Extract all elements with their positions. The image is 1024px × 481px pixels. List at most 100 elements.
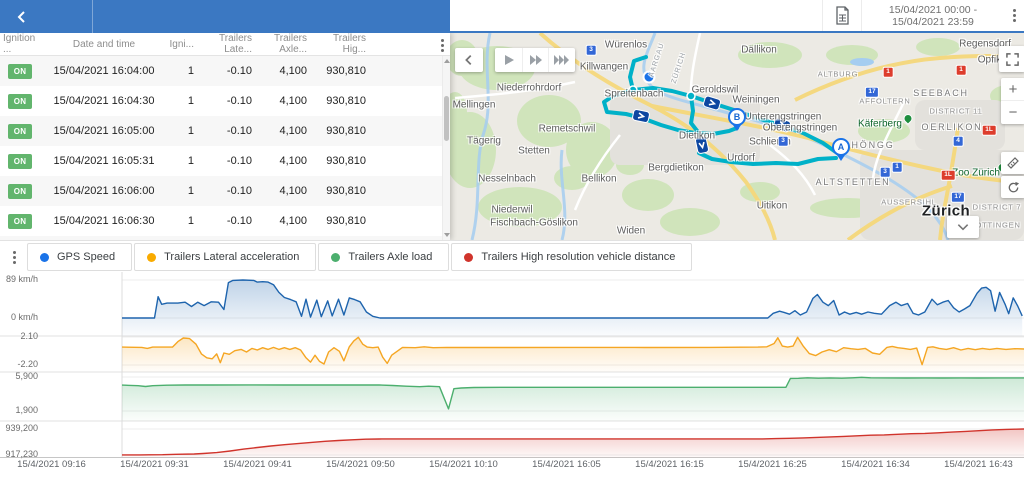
current-position-dot (644, 72, 655, 83)
lateral-acceleration-cell: -0.10 (202, 125, 262, 137)
table-row[interactable]: ON15/04/2021 16:05:311-0.104,100930,810 (0, 146, 450, 176)
chart-legend-bar: GPS SpeedTrailers Lateral accelerationTr… (0, 240, 1024, 272)
y-axis-tick: -2.20 (0, 359, 38, 369)
table-header-row: Ignition ...Date and timeIgni...Trailers… (0, 33, 450, 56)
export-button[interactable] (822, 0, 862, 31)
legend-item-label: GPS Speed (57, 251, 115, 263)
lateral-acceleration-cell: -0.10 (202, 95, 262, 107)
route-node (687, 92, 695, 100)
chevron-left-icon (14, 9, 30, 25)
marker-letter: A (832, 138, 850, 156)
messages-table-panel: Ignition ...Date and timeIgni...Trailers… (0, 33, 450, 240)
series-area-3 (122, 429, 1024, 458)
ruler-icon (1006, 156, 1020, 170)
legend-color-dot (331, 253, 340, 262)
status-badge: ON (8, 64, 32, 79)
datetime-cell: 15/04/2021 16:04:00 (40, 65, 168, 77)
fastest-forward-button[interactable] (548, 48, 574, 72)
kebab-menu-icon (13, 256, 16, 259)
table-scrollbar[interactable] (442, 56, 450, 240)
road-shield: 3 (778, 136, 789, 147)
axle-load-cell: 4,100 (262, 215, 320, 227)
series-area-1 (122, 337, 1024, 372)
road-shield: 3 (880, 167, 891, 178)
marker-tail (733, 125, 741, 131)
x-axis-tick: 15/4/2021 09:31 (103, 459, 207, 470)
legend-color-dot (147, 253, 156, 262)
waypoint-marker-B[interactable]: B (728, 108, 746, 131)
table-menu-button[interactable] (436, 39, 448, 51)
distance-cell: 930,810 (320, 65, 368, 77)
chevron-left-icon (462, 53, 476, 67)
scroll-up-arrow[interactable] (444, 59, 450, 63)
waypoint-marker-A[interactable]: A (832, 138, 850, 161)
legend-item-1[interactable]: Trailers Lateral acceleration (134, 243, 316, 271)
export-file-icon (834, 6, 851, 25)
column-header-5[interactable]: Trailers Hig... (320, 33, 368, 55)
collapse-panel-button[interactable] (947, 216, 979, 238)
column-header-3[interactable]: Trailers Late... (202, 33, 262, 55)
distance-cell: 930,810 (320, 125, 368, 137)
ignition-badge-cell: ON (0, 94, 40, 109)
right-header-bar: 15/04/2021 00:00 - 15/04/2021 23:59 (450, 0, 1024, 33)
zoom-out-button[interactable]: − (1001, 101, 1024, 124)
measure-button[interactable] (1001, 152, 1024, 174)
y-axis-tick: 2.10 (0, 331, 38, 341)
column-header-1[interactable]: Date and time (40, 39, 168, 50)
ignition-badge-cell: ON (0, 64, 40, 79)
table-row[interactable]: ON15/04/2021 16:05:001-0.104,100930,810 (0, 116, 450, 146)
date-range[interactable]: 15/04/2021 00:00 - 15/04/2021 23:59 (862, 4, 1004, 28)
map-canvas[interactable]: + − WürenlosKillwangenSpreitenbachNieder… (450, 33, 1024, 240)
x-axis-tick: 15/4/2021 16:15 (618, 459, 722, 470)
table-row[interactable]: ON15/04/2021 16:06:301-0.104,100930,810 (0, 206, 450, 236)
ignition-cell: 1 (168, 185, 202, 197)
marker-letter: B (728, 108, 746, 126)
axle-load-cell: 4,100 (262, 155, 320, 167)
map-lake (850, 58, 874, 66)
kebab-menu-icon (441, 44, 444, 47)
fullscreen-button[interactable] (999, 46, 1024, 72)
zoom-in-button[interactable]: + (1001, 78, 1024, 101)
legend-item-label: Trailers High resolution vehicle distanc… (481, 251, 675, 263)
table-row[interactable]: ON15/04/2021 16:04:001-0.104,100930,810 (0, 56, 450, 86)
column-header-4[interactable]: Trailers Axle... (262, 33, 320, 55)
status-badge: ON (8, 94, 32, 109)
chevron-down-icon (956, 222, 970, 232)
ignition-badge-cell: ON (0, 214, 40, 229)
header-menu-button[interactable] (1004, 0, 1024, 31)
play-button[interactable] (496, 48, 522, 72)
legend-item-0[interactable]: GPS Speed (27, 243, 132, 271)
marker-tail (837, 155, 845, 161)
x-axis-tick: 15/4/2021 16:34 (824, 459, 928, 470)
road-shield: 3 (586, 45, 597, 56)
table-row[interactable]: ON15/04/2021 16:04:301-0.104,100930,810 (0, 86, 450, 116)
ignition-cell: 1 (168, 125, 202, 137)
datetime-cell: 15/04/2021 16:06:00 (40, 185, 168, 197)
chart-legend-items: GPS SpeedTrailers Lateral accelerationTr… (27, 243, 692, 271)
status-badge: ON (8, 154, 32, 169)
back-button[interactable] (0, 0, 44, 33)
legend-item-2[interactable]: Trailers Axle load (318, 243, 449, 271)
ignition-badge-cell: ON (0, 154, 40, 169)
column-header-0[interactable]: Ignition ... (0, 33, 40, 55)
fullscreen-icon (1006, 53, 1019, 66)
x-axis-tick: 15/4/2021 16:43 (927, 459, 1024, 470)
fast-forward-icon (529, 54, 543, 66)
table-row[interactable]: ON15/04/2021 16:06:001-0.104,100930,810 (0, 176, 450, 206)
timeseries-chart[interactable] (0, 272, 1024, 458)
legend-item-3[interactable]: Trailers High resolution vehicle distanc… (451, 243, 692, 271)
refresh-button[interactable] (1001, 176, 1024, 198)
scrollbar-thumb[interactable] (444, 96, 449, 141)
map-back-button[interactable] (455, 48, 483, 72)
axle-load-cell: 4,100 (262, 95, 320, 107)
road-shield: 1L (941, 170, 956, 181)
fast-forward-button[interactable] (522, 48, 548, 72)
y-axis-tick: 0 km/h (0, 312, 38, 322)
lateral-acceleration-cell: -0.10 (202, 65, 262, 77)
kebab-menu-icon (1013, 14, 1016, 17)
scroll-down-arrow[interactable] (444, 233, 450, 237)
column-header-2[interactable]: Igni... (168, 39, 202, 50)
legend-color-dot (464, 253, 473, 262)
refresh-icon (1007, 181, 1020, 194)
chart-menu-button[interactable] (8, 251, 20, 263)
